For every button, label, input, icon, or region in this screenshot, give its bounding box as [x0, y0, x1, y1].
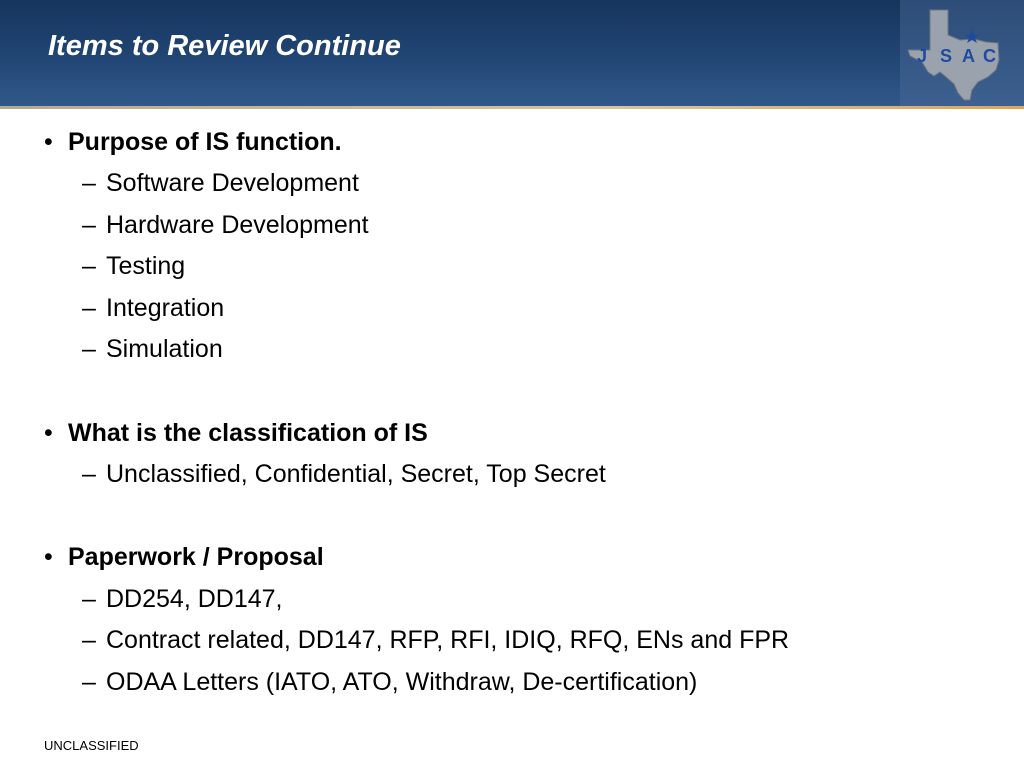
- dash-marker: –: [82, 335, 96, 363]
- header-accent-rule: [0, 106, 1024, 109]
- sub-bullet-item: – Software Development: [82, 169, 359, 198]
- dash-marker: –: [82, 169, 96, 197]
- sub-bullet-text: Software Development: [106, 169, 359, 197]
- sub-bullet-item: – Integration: [82, 294, 224, 323]
- bullet-item: • What is the classification of IS: [44, 419, 428, 448]
- dash-marker: –: [82, 668, 96, 696]
- bullet-marker: •: [44, 128, 53, 156]
- dash-marker: –: [82, 460, 96, 488]
- bullet-text: What is the classification of IS: [68, 419, 428, 447]
- sub-bullet-text: Unclassified, Confidential, Secret, Top …: [106, 460, 606, 488]
- logo-letter: A: [962, 46, 975, 66]
- sub-bullet-item: – Unclassified, Confidential, Secret, Top…: [82, 460, 606, 489]
- classification-footer: UNCLASSIFIED: [44, 738, 139, 753]
- slide-header: Items to Review Continue J S A C: [0, 0, 1024, 106]
- bullet-item: • Purpose of IS function.: [44, 128, 342, 157]
- bullet-text: Purpose of IS function.: [68, 128, 342, 156]
- sub-bullet-item: – Simulation: [82, 335, 223, 364]
- sub-bullet-text: Contract related, DD147, RFP, RFI, IDIQ,…: [106, 626, 790, 654]
- logo-letter: S: [940, 46, 952, 66]
- sub-bullet-text: ODAA Letters (IATO, ATO, Withdraw, De-ce…: [106, 668, 698, 696]
- sub-bullet-text: Integration: [106, 294, 225, 322]
- dash-marker: –: [82, 252, 96, 280]
- sub-bullet-item: – DD254, DD147,: [82, 585, 282, 614]
- bullet-item: • Paperwork / Proposal: [44, 543, 324, 572]
- logo-letter: C: [983, 46, 996, 66]
- sub-bullet-text: Hardware Development: [106, 211, 369, 239]
- bullet-marker: •: [44, 419, 53, 447]
- sub-bullet-item: – Testing: [82, 252, 185, 281]
- sub-bullet-text: Simulation: [106, 335, 223, 363]
- bullet-text: Paperwork / Proposal: [68, 543, 324, 571]
- dash-marker: –: [82, 585, 96, 613]
- dash-marker: –: [82, 211, 96, 239]
- sub-bullet-item: – ODAA Letters (IATO, ATO, Withdraw, De-c…: [82, 668, 697, 697]
- bullet-marker: •: [44, 543, 53, 571]
- dash-marker: –: [82, 626, 96, 654]
- logo-letter: J: [917, 46, 927, 66]
- jsac-logo: J S A C: [900, 0, 1024, 106]
- sub-bullet-item: – Contract related, DD147, RFP, RFI, IDIQ…: [82, 626, 789, 655]
- slide-title: Items to Review Continue: [48, 30, 401, 62]
- texas-map-icon: J S A C: [907, 9, 1000, 101]
- sub-bullet-item: – Hardware Development: [82, 211, 369, 240]
- sub-bullet-text: DD254, DD147,: [106, 585, 283, 613]
- sub-bullet-text: Testing: [106, 252, 186, 280]
- dash-marker: –: [82, 294, 96, 322]
